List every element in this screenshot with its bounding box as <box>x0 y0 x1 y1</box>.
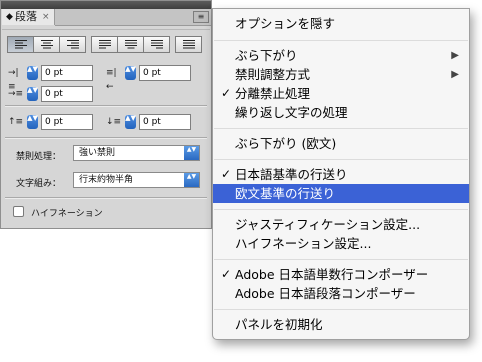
align-left-icon <box>14 40 27 49</box>
align-left-button[interactable] <box>7 36 34 53</box>
menu-separator <box>214 128 468 129</box>
justify-last-right-icon <box>150 40 163 49</box>
kinsoku-value: 強い禁則 <box>79 148 116 158</box>
menu-item-label: 欧文基準の行送り <box>235 186 336 201</box>
hyphenation-label[interactable]: ハイフネーション <box>31 206 103 219</box>
tab-paragraph[interactable]: ◆ 段落 × <box>2 9 55 25</box>
justify-all-button[interactable] <box>175 36 202 53</box>
indent-row: →|≡ ▲▼ ≡|← ▲▼ <box>8 65 208 92</box>
kinsoku-select[interactable]: 強い禁則 ▲▼ <box>73 145 200 161</box>
menu-item-label: ぶら下がり <box>235 48 298 63</box>
divider <box>5 105 207 107</box>
space-before-stepper[interactable]: ▲▼ <box>27 115 38 129</box>
justify-last-center-icon <box>124 40 137 49</box>
menu-separator <box>214 209 468 210</box>
justify-last-center-button[interactable] <box>117 36 144 53</box>
justify-last-left-icon <box>98 40 111 49</box>
submenu-arrow-icon: ▶ <box>451 50 459 61</box>
first-line-indent-stepper[interactable]: ▲▼ <box>27 87 38 101</box>
screen: ◆ 段落 × ≡ →|≡ ▲▼ 0 pt ≡|← ▲▼ 0 pt →≡ ▲▼ 0… <box>0 0 482 362</box>
menu-item-paragraph-composer[interactable]: Adobe 日本語段落コンポーザー <box>213 284 469 303</box>
menu-item-justification-settings[interactable]: ジャスティフィケーション設定... <box>213 215 469 234</box>
mojikumi-label: 文字組み： <box>16 179 62 189</box>
menu-separator <box>214 159 468 160</box>
select-arrows-icon: ▲▼ <box>184 146 199 160</box>
spacing-row: ↑≡ ▲▼ ↓≡ ▲▼ <box>8 114 208 130</box>
menu-item-label: 禁則調整方式 <box>235 67 311 82</box>
space-after-stepper[interactable]: ▲▼ <box>125 115 136 129</box>
select-arrows-icon: ▲▼ <box>184 173 199 187</box>
menu-separator <box>214 259 468 260</box>
menu-item-no-break[interactable]: ✓ 分離禁止処理 <box>213 84 469 103</box>
justify-all-icon <box>182 40 195 49</box>
checkmark-icon: ✓ <box>221 267 232 281</box>
menu-item-label: ぶら下がり (欧文) <box>235 136 337 151</box>
menu-item-label: 繰り返し文字の処理 <box>235 105 348 120</box>
alignment-button-group <box>7 36 202 53</box>
menu-item-label: 分離禁止処理 <box>235 86 311 101</box>
panel-menu-button[interactable]: ≡ <box>193 11 209 23</box>
right-indent-stepper[interactable]: ▲▼ <box>125 66 136 80</box>
panel-titlebar[interactable] <box>1 1 211 9</box>
tab-updown-icon[interactable]: ◆ <box>6 9 13 25</box>
menu-separator <box>214 40 468 41</box>
space-after-input[interactable] <box>139 114 191 130</box>
space-after-icon: ↓≡ <box>106 117 122 127</box>
kinsoku-label: 禁則処理： <box>16 152 62 162</box>
align-center-button[interactable] <box>33 36 60 53</box>
first-line-indent-input[interactable] <box>41 86 93 102</box>
menu-separator <box>214 309 468 310</box>
menu-item-reset-panel[interactable]: パネルを初期化 <box>213 315 469 334</box>
justify-last-left-button[interactable] <box>91 36 118 53</box>
menu-item-roman-leading[interactable]: 欧文基準の行送り <box>213 184 469 203</box>
left-indent-input[interactable] <box>41 65 93 81</box>
menu-item-label: Adobe 日本語段落コンポーザー <box>235 286 416 301</box>
menu-item-kinsoku-adjust[interactable]: 禁則調整方式 ▶ <box>213 65 469 84</box>
menu-item-burasagari[interactable]: ぶら下がり ▶ <box>213 46 469 65</box>
first-line-indent-icon: →≡ <box>8 89 24 99</box>
menu-item-single-line-composer[interactable]: ✓ Adobe 日本語単数行コンポーザー <box>213 265 469 284</box>
right-indent-input[interactable] <box>139 65 191 81</box>
tab-label: 段落 <box>15 10 37 23</box>
menu-item-repeat-char[interactable]: 繰り返し文字の処理 <box>213 103 469 122</box>
left-indent-stepper[interactable]: ▲▼ <box>27 66 38 80</box>
align-center-icon <box>40 40 53 49</box>
divider <box>5 137 207 139</box>
submenu-arrow-icon: ▶ <box>451 69 459 80</box>
checkmark-icon: ✓ <box>221 167 232 181</box>
menu-item-label: オプションを隠す <box>235 16 336 31</box>
justify-last-right-button[interactable] <box>143 36 170 53</box>
divider <box>5 197 207 199</box>
space-before-icon: ↑≡ <box>8 117 24 127</box>
menu-item-label: 日本語基準の行送り <box>235 167 348 182</box>
align-right-icon <box>66 40 79 49</box>
space-before-input[interactable] <box>41 114 93 130</box>
menu-item-roman-hanging[interactable]: ぶら下がり (欧文) <box>213 134 469 153</box>
checkmark-icon: ✓ <box>221 86 232 100</box>
menu-item-label: パネルを初期化 <box>235 317 323 332</box>
right-indent-icon: ≡|← <box>106 68 117 92</box>
mojikumi-value: 行末約物半角 <box>79 175 134 185</box>
mojikumi-select[interactable]: 行末約物半角 ▲▼ <box>73 172 200 188</box>
menu-item-japanese-leading[interactable]: ✓ 日本語基準の行送り <box>213 165 469 184</box>
hyphenation-checkbox[interactable] <box>13 206 24 217</box>
close-icon[interactable]: × <box>42 13 50 22</box>
paragraph-panel: ◆ 段落 × ≡ →|≡ ▲▼ 0 pt ≡|← ▲▼ 0 pt →≡ ▲▼ 0… <box>0 0 212 229</box>
panel-tab-strip <box>55 9 211 26</box>
menu-item-hide-options[interactable]: オプションを隠す <box>213 14 469 33</box>
menu-item-label: Adobe 日本語単数行コンポーザー <box>235 267 429 282</box>
menu-item-label: ハイフネーション設定... <box>235 236 372 251</box>
align-right-button[interactable] <box>59 36 86 53</box>
menu-item-label: ジャスティフィケーション設定... <box>235 217 421 232</box>
divider <box>2 29 210 30</box>
first-line-indent-row: →≡ ▲▼ <box>8 86 108 102</box>
menu-item-hyphenation-settings[interactable]: ハイフネーション設定... <box>213 234 469 253</box>
left-indent-icon: →|≡ <box>8 68 19 92</box>
panel-flyout-menu: オプションを隠す ぶら下がり ▶ 禁則調整方式 ▶ ✓ 分離禁止処理 繰り返し文… <box>212 8 470 340</box>
